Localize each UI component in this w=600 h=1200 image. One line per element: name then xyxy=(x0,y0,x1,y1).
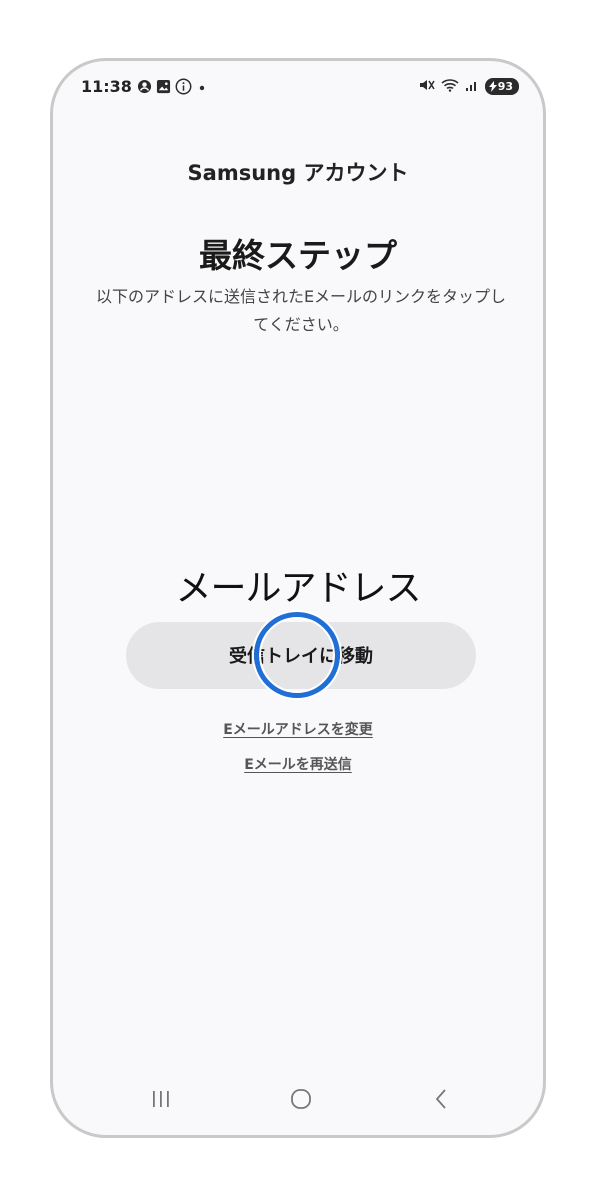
instruction-text: 以下のアドレスに送信されたEメールのリンクをタップしてください。 xyxy=(95,287,507,334)
change-email-link[interactable]: Eメールアドレスを変更 xyxy=(53,719,543,739)
recents-icon[interactable] xyxy=(141,1079,181,1119)
image-icon xyxy=(156,79,171,98)
phone-frame: 11:38 93 Samsung アカウント 最終ステップ 以下のアドレスに送信… xyxy=(50,58,546,1138)
email-address-label: メールアドレス xyxy=(175,568,421,609)
status-time: 11:38 xyxy=(81,77,132,96)
mute-icon xyxy=(419,77,435,96)
back-icon[interactable] xyxy=(421,1079,461,1119)
app-title: Samsung アカウント xyxy=(187,161,409,185)
status-right-icons: 93 xyxy=(419,77,519,96)
wifi-icon xyxy=(441,77,459,96)
battery-level: 93 xyxy=(497,80,513,93)
signal-icon xyxy=(465,77,479,96)
page-title: 最終ステップ xyxy=(199,236,397,275)
status-bar: 11:38 93 xyxy=(53,61,543,113)
dot-icon xyxy=(196,79,208,98)
navigation-bar xyxy=(53,1065,543,1135)
info-icon xyxy=(175,78,192,99)
resend-email-link[interactable]: Eメールを再送信 xyxy=(53,754,543,774)
home-icon[interactable] xyxy=(281,1079,321,1119)
go-to-inbox-button[interactable]: 受信トレイに移動 xyxy=(126,622,476,689)
battery-icon: 93 xyxy=(484,78,519,95)
status-left-icons xyxy=(137,78,208,99)
account-circle-icon xyxy=(137,79,152,98)
